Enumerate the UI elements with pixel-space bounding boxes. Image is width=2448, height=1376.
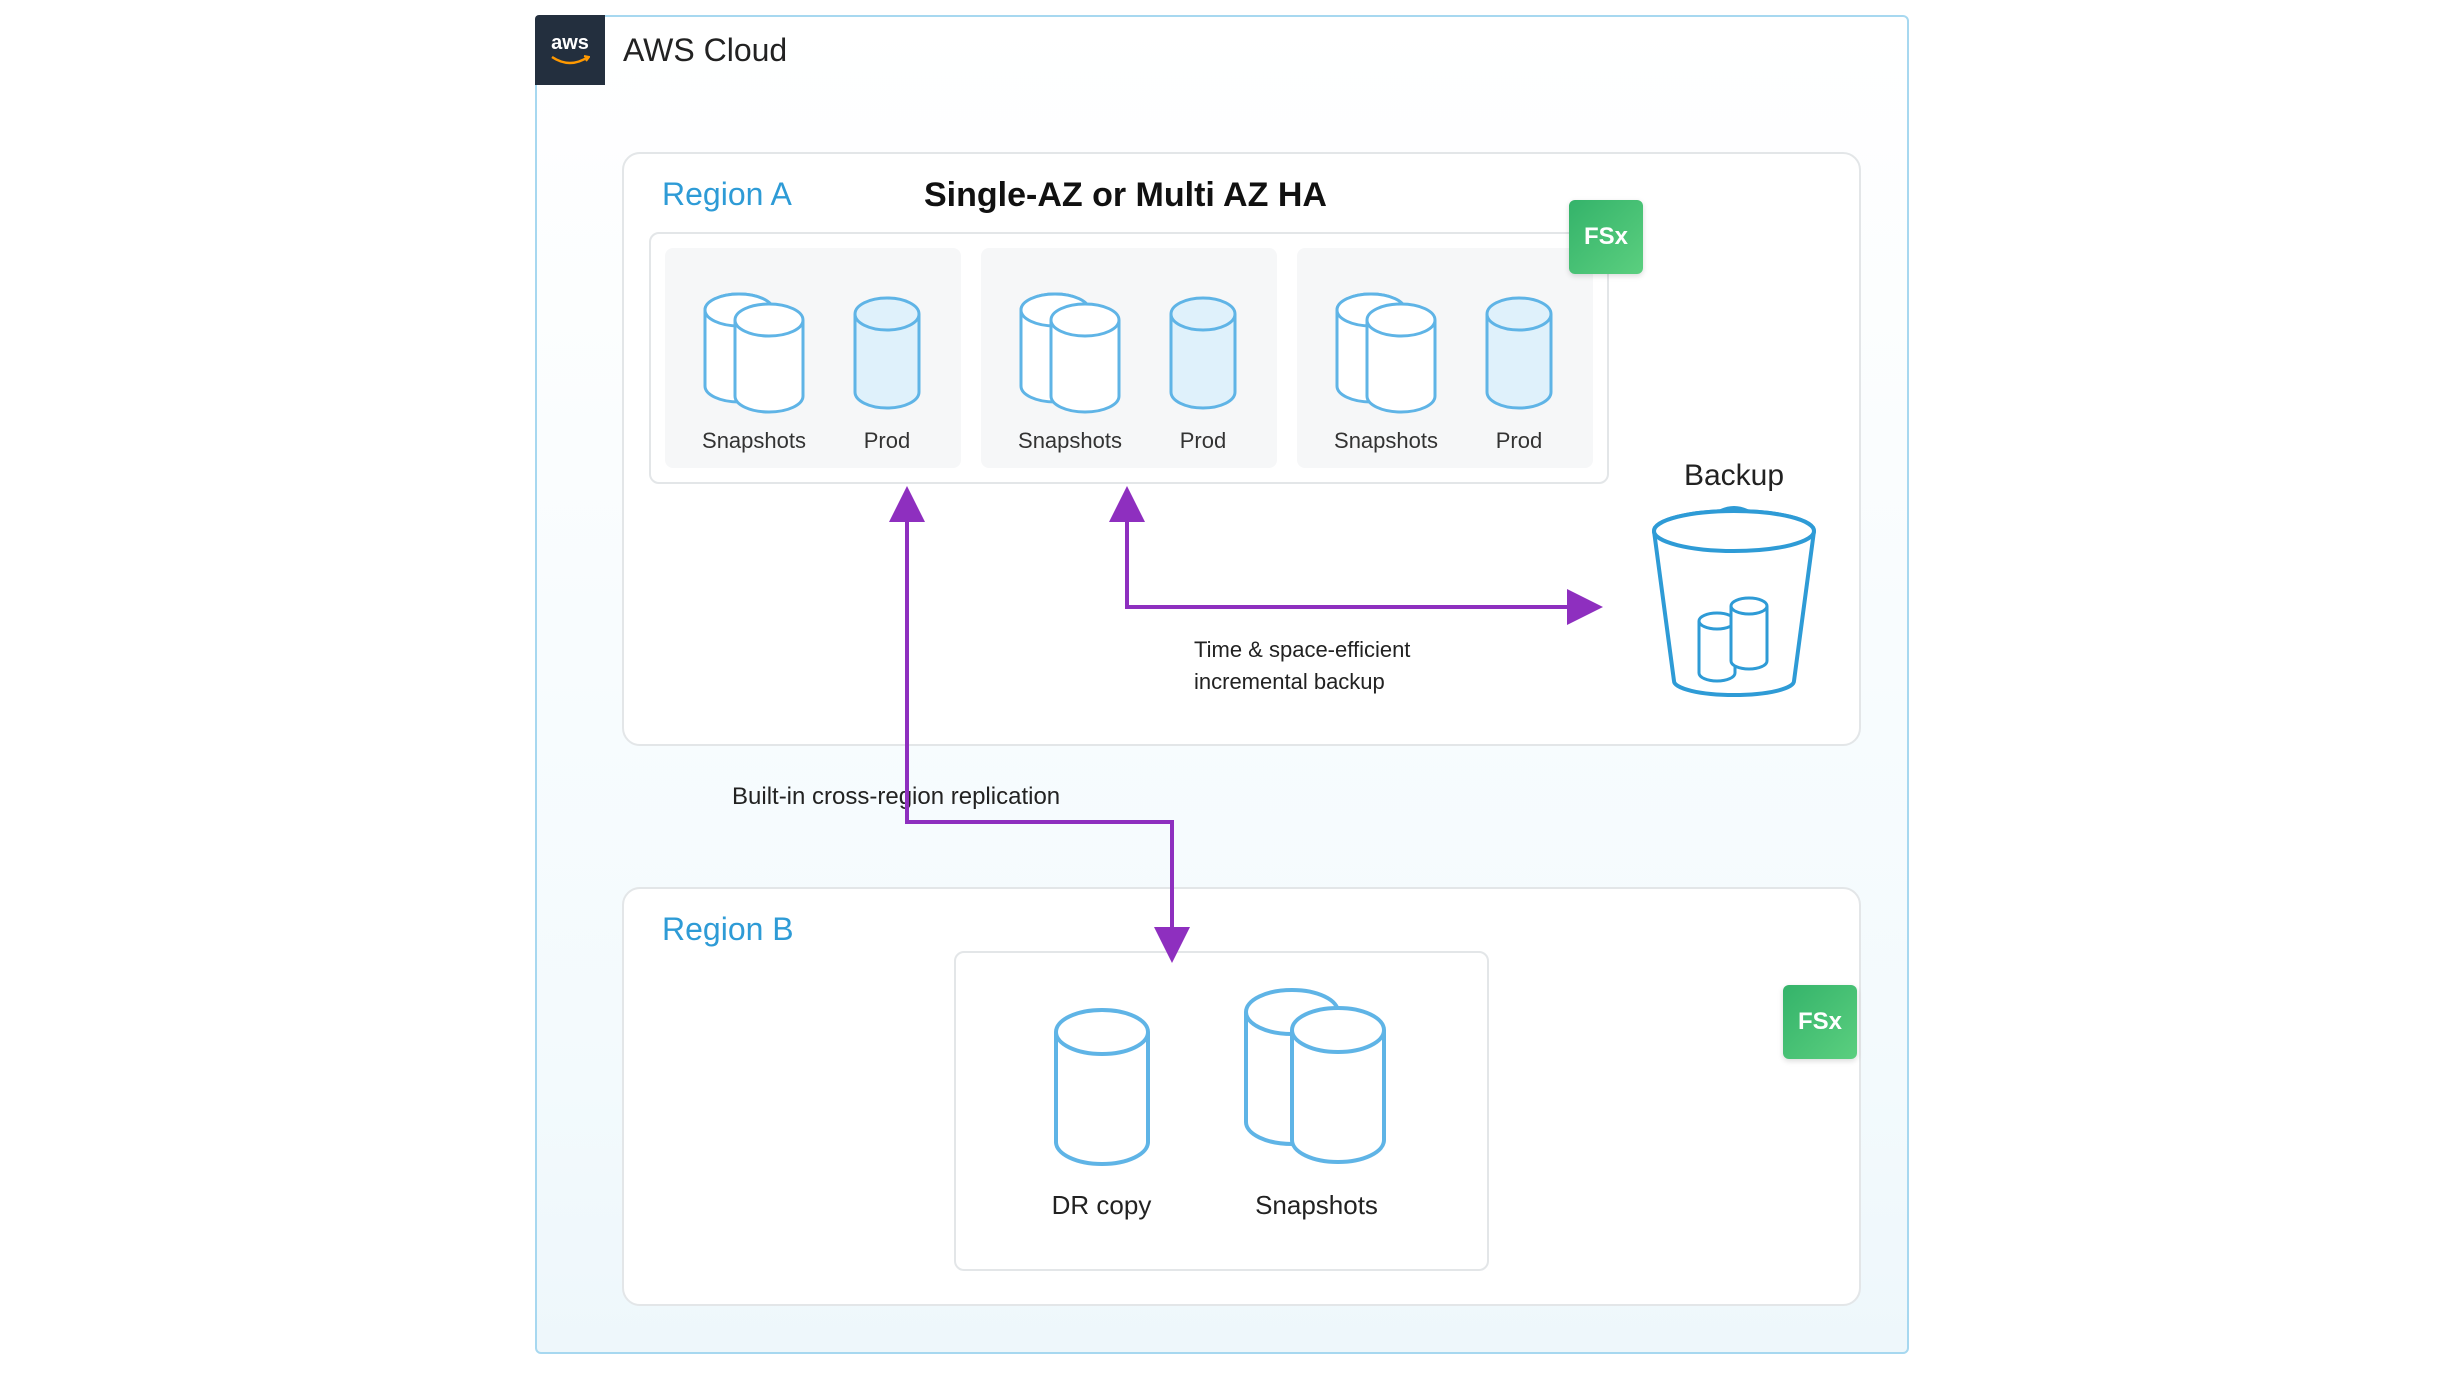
aws-cloud-header: aws AWS Cloud — [535, 15, 787, 85]
snapshots-cylinders-icon — [1015, 288, 1125, 418]
snapshots-item: Snapshots — [1015, 288, 1125, 454]
aws-cloud-box: aws AWS Cloud Region A Single-AZ or Mult… — [535, 15, 1909, 1354]
aws-badge-text: aws — [551, 33, 589, 53]
aws-logo-icon: aws — [535, 15, 605, 85]
snapshots-cylinders-icon — [699, 288, 809, 418]
prod-cylinder-icon — [1163, 288, 1243, 418]
snapshots-label: Snapshots — [702, 428, 806, 454]
dr-copy-label: DR copy — [1052, 1190, 1152, 1221]
volume-group: Snapshots Prod — [665, 248, 961, 468]
prod-item: Prod — [847, 288, 927, 454]
snapshots-label: Snapshots — [1334, 428, 1438, 454]
region-a-label: Region A — [662, 176, 792, 213]
prod-label: Prod — [1180, 428, 1226, 454]
prod-cylinder-icon — [1479, 288, 1559, 418]
dr-snapshots-label: Snapshots — [1255, 1190, 1378, 1221]
snapshots-cylinders-icon — [1331, 288, 1441, 418]
diagram-canvas: aws AWS Cloud Region A Single-AZ or Mult… — [0, 0, 2448, 1376]
replication-note: Built-in cross-region replication — [732, 783, 1060, 811]
region-a-box: Region A Single-AZ or Multi AZ HA — [622, 152, 1861, 746]
backup-note-line2: incremental backup — [1194, 666, 1514, 698]
backup-label: Backup — [1629, 459, 1839, 493]
snapshots-item: Snapshots — [699, 288, 809, 454]
dr-copy-item: DR copy — [1042, 1002, 1162, 1221]
dr-box: DR copy Snapshots — [954, 951, 1489, 1271]
prod-item: Prod — [1479, 288, 1559, 454]
volume-group: Snapshots Prod — [1297, 248, 1593, 468]
aws-cloud-title: AWS Cloud — [623, 32, 787, 69]
backup-block: Backup — [1629, 459, 1839, 706]
ha-deployment-box: Snapshots Prod — [649, 232, 1609, 484]
dr-copy-cylinder-icon — [1042, 1002, 1162, 1172]
prod-item: Prod — [1163, 288, 1243, 454]
snapshots-label: Snapshots — [1018, 428, 1122, 454]
prod-label: Prod — [864, 428, 910, 454]
ha-title: Single-AZ or Multi AZ HA — [924, 176, 1327, 215]
volume-group: Snapshots Prod — [981, 248, 1277, 468]
aws-smile-icon — [550, 55, 590, 67]
region-b-label: Region B — [662, 911, 794, 948]
fsx-badge-icon: FSx — [1783, 985, 1857, 1059]
dr-snapshots-cylinders-icon — [1232, 982, 1402, 1172]
snapshots-item: Snapshots — [1331, 288, 1441, 454]
backup-note-line1: Time & space-efficient — [1194, 634, 1514, 666]
fsx-badge-text: FSx — [1798, 1008, 1842, 1036]
prod-label: Prod — [1496, 428, 1542, 454]
fsx-badge-icon: FSx — [1569, 200, 1643, 274]
fsx-badge-text: FSx — [1584, 223, 1628, 251]
dr-snapshots-item: Snapshots — [1232, 982, 1402, 1221]
prod-cylinder-icon — [847, 288, 927, 418]
backup-note: Time & space-efficient incremental backu… — [1194, 634, 1514, 698]
region-b-box: Region B DR copy — [622, 887, 1861, 1306]
backup-bucket-icon — [1639, 501, 1829, 701]
